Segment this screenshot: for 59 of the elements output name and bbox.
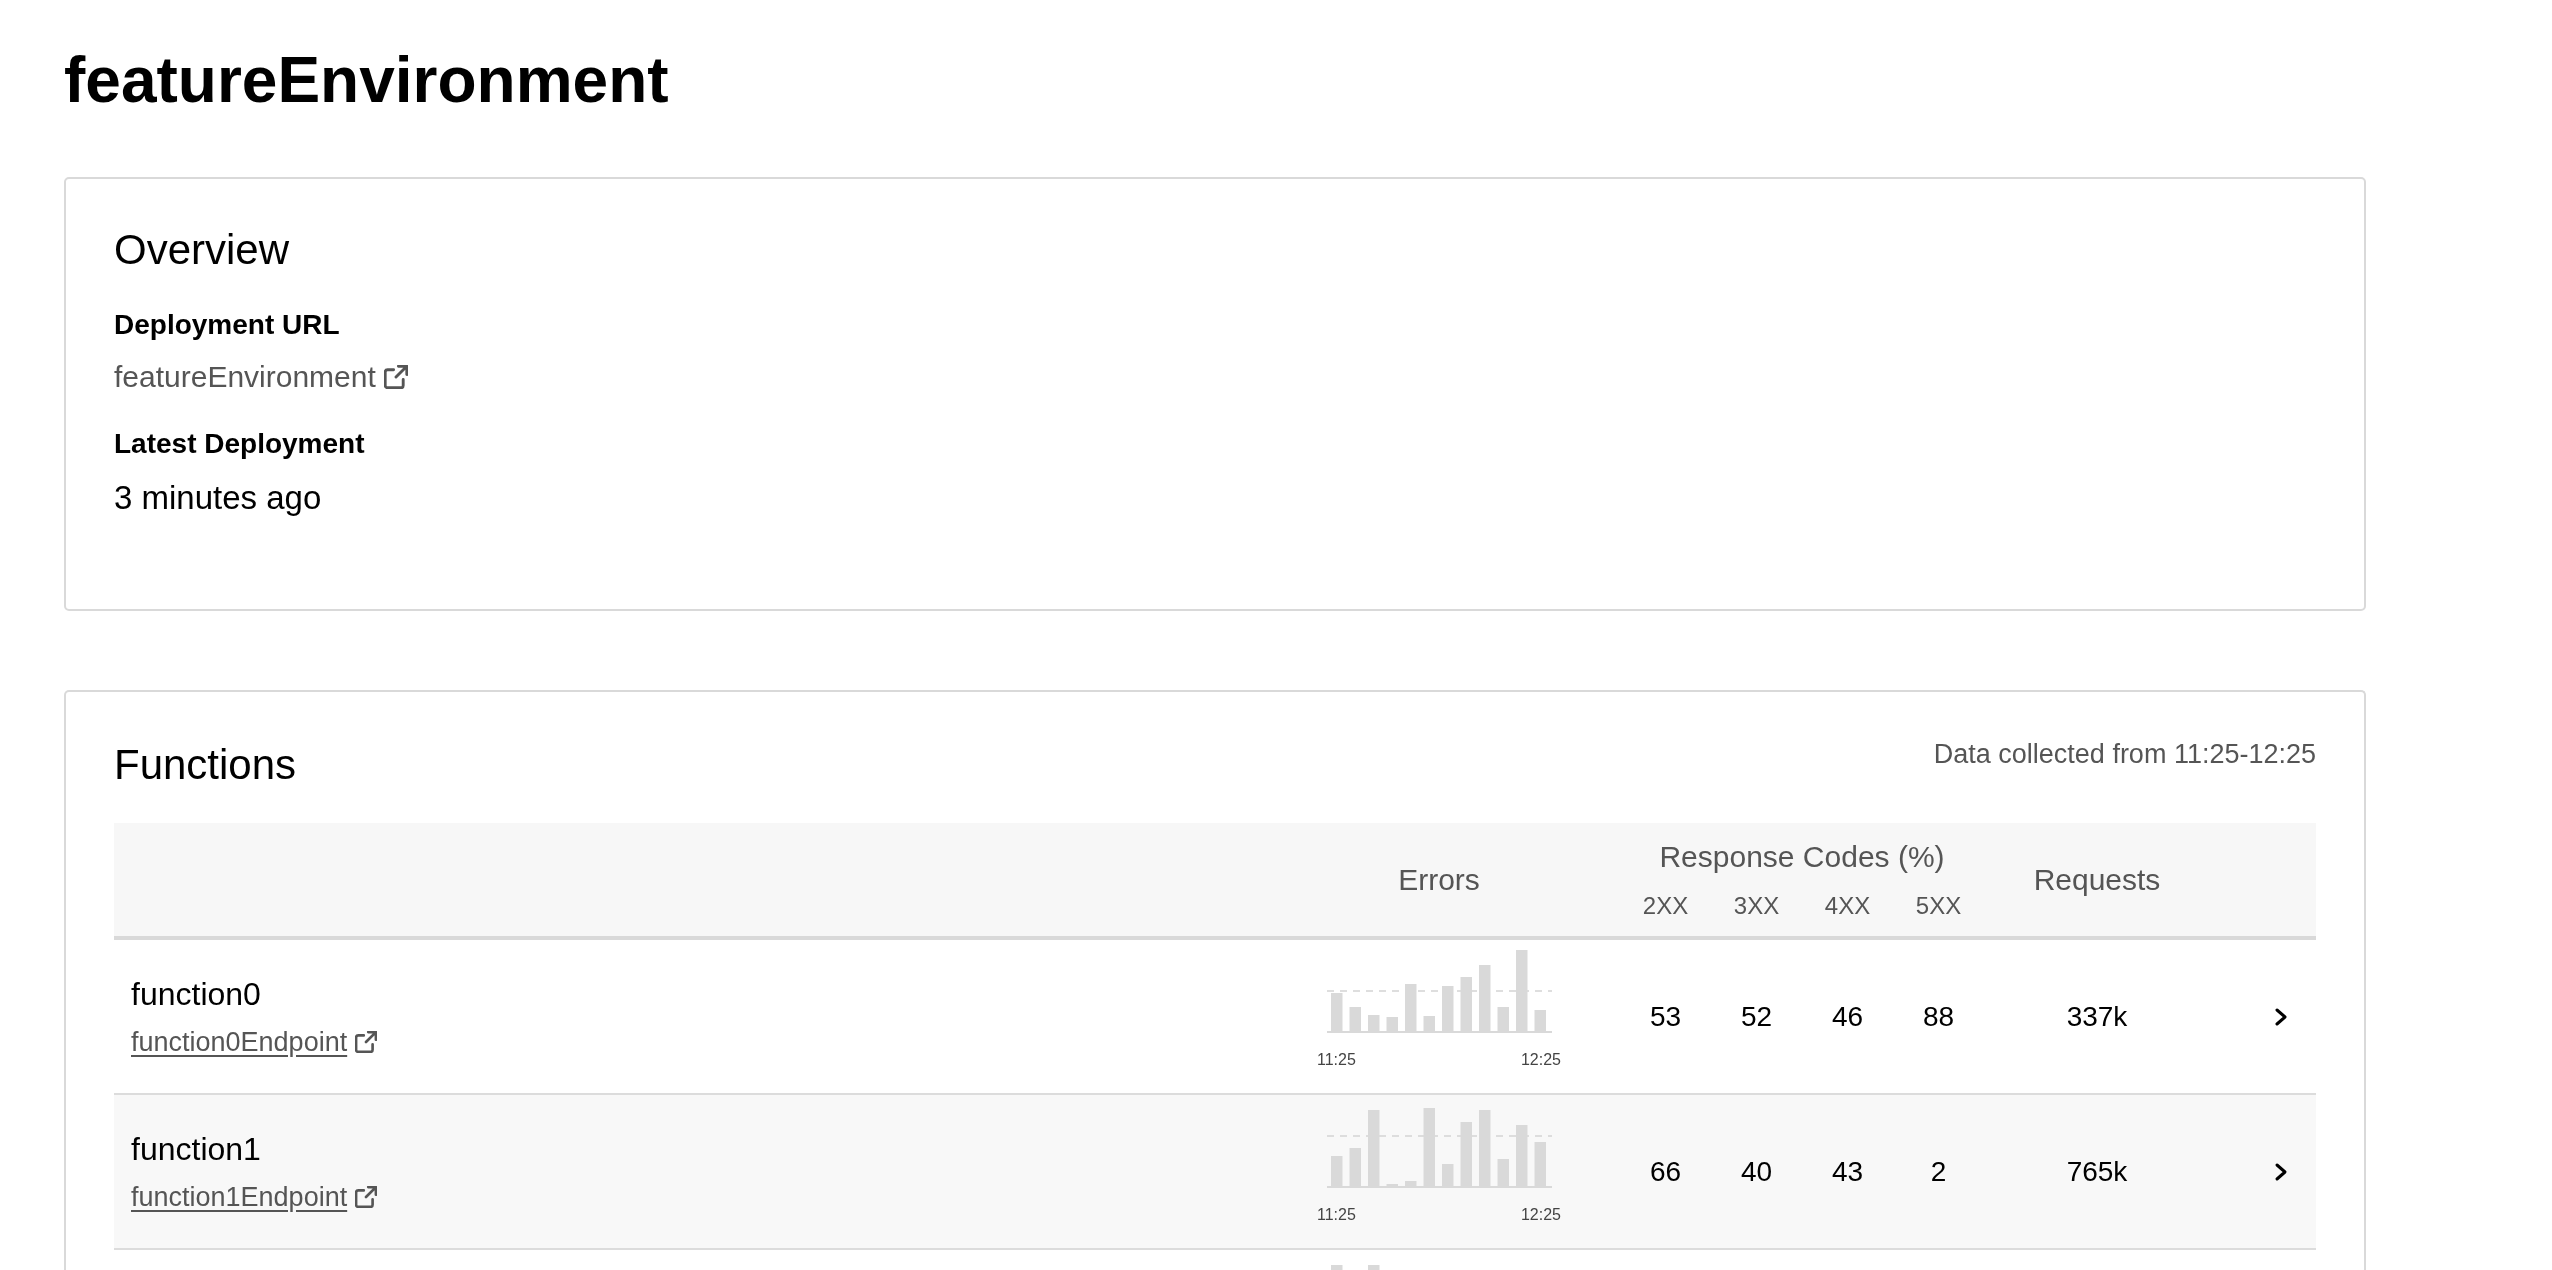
endpoint-link[interactable]: function0Endpoint: [131, 1026, 378, 1058]
chevron-right-icon[interactable]: [2274, 1161, 2288, 1182]
response-code-value: 40: [1740, 1154, 1773, 1189]
error-bar: [1331, 1265, 1343, 1270]
page-title: featureEnvironment: [64, 43, 669, 118]
external-link-icon: [383, 365, 408, 389]
error-bar: [1423, 1016, 1435, 1031]
request-count: 765k: [2066, 1154, 2128, 1189]
response-code-value: 43: [1831, 1154, 1864, 1189]
column-header: Errors: [1398, 861, 1480, 898]
function-name: function0: [131, 975, 261, 1013]
time-label: 11:25: [1317, 1205, 1356, 1224]
column-subheader: 2XX: [1642, 892, 1689, 920]
column-subheader: 5XX: [1915, 892, 1962, 920]
column-group-header: Response Codes (%): [1659, 839, 1945, 875]
error-bar: [1442, 1164, 1454, 1186]
field-label: Latest Deployment: [114, 427, 365, 461]
error-bar: [1331, 993, 1343, 1031]
external-link-icon: [355, 1031, 378, 1053]
error-bar: [1331, 1156, 1343, 1186]
error-bar: [1368, 1015, 1380, 1031]
error-bar: [1497, 1007, 1509, 1031]
error-bar: [1460, 1122, 1472, 1186]
response-code-value: 2: [1930, 1154, 1947, 1189]
endpoint-link[interactable]: function1Endpoint: [131, 1181, 378, 1213]
external-link-icon: [355, 1186, 378, 1208]
time-label: 11:25: [1317, 1050, 1356, 1069]
field-value: 3 minutes ago: [114, 478, 322, 518]
response-code-value: 46: [1831, 999, 1864, 1034]
response-code-value: 53: [1649, 999, 1682, 1034]
error-bar: [1479, 965, 1491, 1031]
field-label: Deployment URL: [114, 308, 340, 342]
error-bar: [1534, 1010, 1546, 1031]
response-code-value: 52: [1740, 999, 1773, 1034]
section-title: Overview: [114, 225, 290, 275]
column-subheader: 3XX: [1733, 892, 1780, 920]
error-bar: [1368, 1265, 1380, 1270]
column-subheader: 4XX: [1824, 892, 1871, 920]
error-bar: [1442, 986, 1454, 1031]
error-bar: [1460, 977, 1472, 1031]
function-name: function1: [131, 1130, 261, 1168]
error-bar: [1386, 1017, 1398, 1031]
error-bar: [1497, 1159, 1509, 1186]
error-bar: [1405, 984, 1417, 1031]
section-title: Functions: [114, 740, 297, 790]
response-code-value: 66: [1649, 1154, 1682, 1189]
error-bar: [1349, 1007, 1361, 1031]
deployment-url-link[interactable]: featureEnvironment: [114, 359, 408, 395]
time-label: 12:25: [1520, 1050, 1561, 1069]
time-label: 12:25: [1520, 1205, 1561, 1224]
data-range-note: Data collected from 11:25-12:25: [1933, 738, 2316, 770]
error-bar: [1405, 1181, 1417, 1186]
error-bar: [1534, 1142, 1546, 1186]
error-bar: [1516, 1125, 1528, 1186]
request-count: 337k: [2066, 999, 2128, 1034]
column-header: Requests: [2033, 861, 2161, 898]
response-code-value: 88: [1922, 999, 1955, 1034]
error-bar: [1349, 1148, 1361, 1186]
chevron-right-icon[interactable]: [2274, 1006, 2288, 1027]
